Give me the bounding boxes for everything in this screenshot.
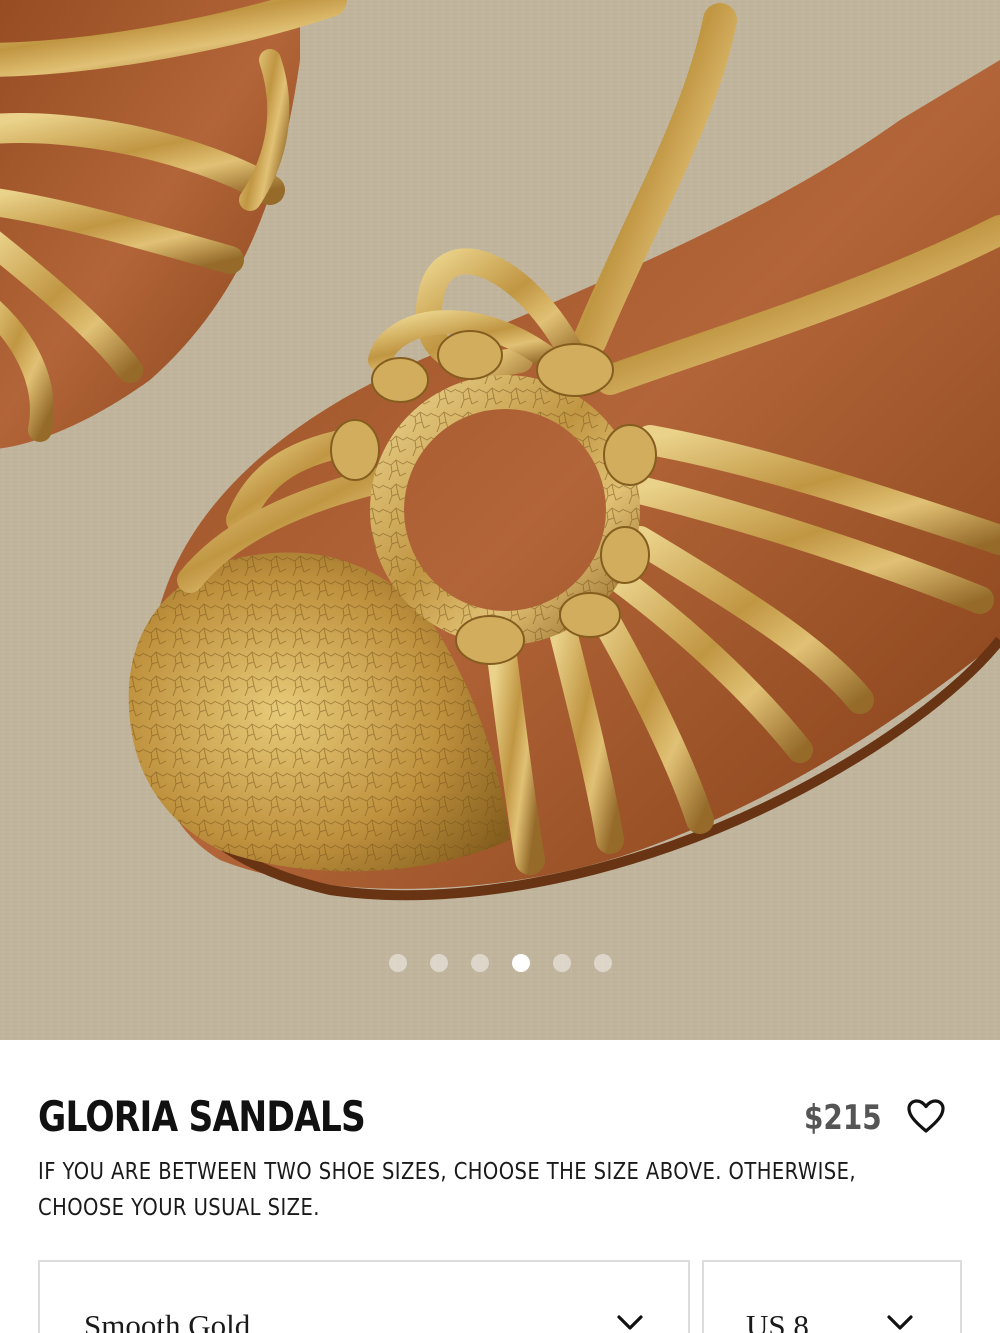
- gallery-dot-5[interactable]: [552, 954, 571, 972]
- title-row: GLORIA SANDALS $215: [38, 1092, 962, 1148]
- product-title: GLORIA SANDALS: [38, 1092, 366, 1141]
- product-page: GLORIA SANDALS $215 IF YOU ARE BETWEEN T…: [0, 0, 1000, 1333]
- gallery-dot-4-active[interactable]: [511, 954, 530, 972]
- gallery-pagination: [0, 954, 1000, 974]
- product-price: $215: [804, 1098, 882, 1138]
- color-select-value: Smooth Gold: [84, 1308, 251, 1333]
- wishlist-button[interactable]: [906, 1098, 946, 1134]
- gallery-dot-2[interactable]: [429, 954, 448, 972]
- product-image-gallery[interactable]: [0, 0, 1000, 1040]
- color-select[interactable]: Smooth Gold: [38, 1260, 690, 1333]
- gallery-dot-1[interactable]: [388, 954, 407, 972]
- size-guidance-note: IF YOU ARE BETWEEN TWO SHOE SIZES, CHOOS…: [38, 1159, 857, 1221]
- product-info: GLORIA SANDALS $215 IF YOU ARE BETWEEN T…: [0, 1040, 1000, 1333]
- size-select-value: US 8: [746, 1308, 809, 1333]
- variant-selectors: Smooth Gold US 8: [38, 1260, 962, 1333]
- heart-outline-icon: [907, 1099, 945, 1133]
- size-select[interactable]: US 8: [702, 1260, 962, 1333]
- gallery-dot-3[interactable]: [470, 954, 489, 972]
- chevron-down-icon: [887, 1315, 913, 1330]
- chevron-down-icon: [617, 1315, 643, 1330]
- gallery-dot-6[interactable]: [593, 954, 612, 972]
- product-photo: [0, 0, 1000, 1040]
